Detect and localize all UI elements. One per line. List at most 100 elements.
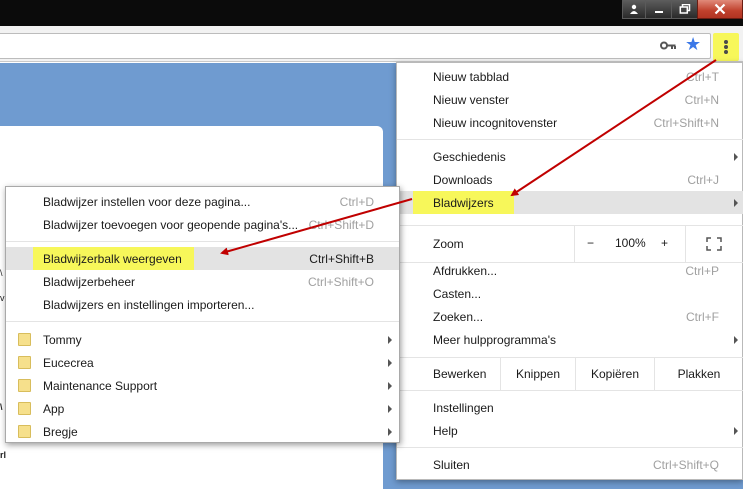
menu-item-shortcut: Ctrl+N bbox=[684, 93, 719, 107]
folder-label: Tommy bbox=[43, 333, 82, 347]
zoom-label: Zoom bbox=[433, 237, 464, 251]
menu-item-history[interactable]: Geschiedenis bbox=[397, 145, 743, 168]
chevron-right-icon bbox=[388, 382, 392, 390]
folder-icon bbox=[18, 333, 31, 346]
menu-item-new-incognito[interactable]: Nieuw incognitovenster Ctrl+Shift+N bbox=[397, 111, 743, 134]
chevron-right-icon bbox=[388, 428, 392, 436]
menu-item-label: Sluiten bbox=[433, 458, 470, 472]
fullscreen-icon[interactable] bbox=[706, 237, 722, 254]
menu-item-downloads[interactable]: Downloads Ctrl+J bbox=[397, 168, 743, 191]
menu-item-bookmark-manager[interactable]: Bladwijzerbeheer Ctrl+Shift+O bbox=[6, 270, 399, 293]
menu-item-find[interactable]: Zoeken... Ctrl+F bbox=[397, 305, 743, 328]
menu-item-bookmarks[interactable]: Bladwijzers bbox=[397, 191, 743, 214]
menu-item-label: Bladwijzerbalk weergeven bbox=[33, 247, 194, 270]
menu-separator bbox=[397, 139, 743, 140]
menu-item-label: Zoeken... bbox=[433, 310, 484, 324]
menu-separator bbox=[6, 321, 399, 322]
menu-item-label: Geschiedenis bbox=[433, 150, 506, 164]
menu-item-label: Downloads bbox=[433, 173, 493, 187]
menu-item-label: Help bbox=[433, 424, 458, 438]
page-text-fragment: \ bbox=[0, 402, 3, 412]
menu-item-bookmark-page[interactable]: Bladwijzer instellen voor deze pagina...… bbox=[6, 190, 399, 213]
chevron-right-icon bbox=[734, 427, 738, 435]
user-icon[interactable] bbox=[622, 0, 646, 19]
menu-item-settings[interactable]: Instellingen bbox=[397, 396, 743, 419]
menu-item-shortcut: Ctrl+Shift+D bbox=[308, 218, 374, 232]
menu-item-print[interactable]: Afdrukken... Ctrl+P bbox=[397, 259, 743, 282]
folder-label: Maintenance Support bbox=[43, 379, 158, 393]
bookmark-folder[interactable]: App bbox=[6, 397, 399, 420]
window-titlebar bbox=[0, 0, 743, 26]
menu-item-shortcut: Ctrl+D bbox=[339, 195, 374, 209]
folder-label: App bbox=[43, 402, 65, 416]
copy-button[interactable]: Kopiëren bbox=[575, 357, 654, 390]
folder-label: Bregje bbox=[43, 425, 78, 439]
menu-item-new-window[interactable]: Nieuw venster Ctrl+N bbox=[397, 88, 743, 111]
folder-label: Eucecrea bbox=[43, 356, 94, 370]
browser-toolbar: ★ bbox=[0, 26, 743, 62]
menu-item-label: Bladwijzer instellen voor deze pagina... bbox=[43, 195, 251, 209]
menu-separator bbox=[397, 390, 743, 391]
folder-icon bbox=[18, 425, 31, 438]
chevron-right-icon bbox=[388, 405, 392, 413]
folder-icon bbox=[18, 356, 31, 369]
menu-item-label: Bladwijzerbeheer bbox=[43, 275, 136, 289]
zoom-row: Zoom − 100% + bbox=[397, 226, 743, 262]
bookmark-folder[interactable]: Tommy bbox=[6, 328, 399, 351]
address-bar[interactable] bbox=[0, 33, 711, 59]
menu-item-show-bookmarks-bar[interactable]: Bladwijzerbalk weergeven Ctrl+Shift+B bbox=[6, 247, 399, 270]
menu-item-label: Meer hulpprogramma's bbox=[433, 333, 557, 347]
menu-item-label: Bladwijzers bbox=[413, 191, 514, 214]
menu-item-label: Casten... bbox=[433, 287, 482, 301]
vertical-dots-icon[interactable] bbox=[713, 33, 739, 61]
menu-item-shortcut: Ctrl+T bbox=[686, 70, 719, 84]
menu-item-shortcut: Ctrl+Shift+O bbox=[307, 275, 374, 289]
bookmarks-submenu: Bladwijzer instellen voor deze pagina...… bbox=[5, 186, 400, 443]
star-icon[interactable]: ★ bbox=[685, 35, 701, 53]
menu-separator bbox=[6, 241, 399, 242]
menu-item-shortcut: Ctrl+Shift+B bbox=[309, 252, 374, 266]
paste-button[interactable]: Plakken bbox=[654, 357, 743, 390]
menu-item-help[interactable]: Help bbox=[397, 419, 743, 442]
close-icon[interactable] bbox=[697, 0, 743, 19]
zoom-divider bbox=[574, 226, 575, 262]
chevron-right-icon bbox=[734, 336, 738, 344]
edit-row: Bewerken Knippen Kopiëren Plakken bbox=[397, 357, 743, 390]
minimize-icon[interactable] bbox=[645, 0, 672, 19]
bookmark-folder[interactable]: Bregje bbox=[6, 420, 399, 443]
chevron-right-icon bbox=[388, 359, 392, 367]
zoom-level: 100% bbox=[615, 236, 646, 250]
menu-item-label: Nieuw incognitovenster bbox=[433, 116, 558, 130]
zoom-divider bbox=[685, 226, 686, 262]
bookmark-folder[interactable]: Maintenance Support bbox=[6, 374, 399, 397]
menu-item-label: Instellingen bbox=[433, 401, 494, 415]
menu-item-label: Afdrukken... bbox=[433, 264, 498, 278]
bookmark-folder[interactable]: Eucecrea bbox=[6, 351, 399, 374]
menu-item-label: Nieuw tabblad bbox=[433, 70, 510, 84]
menu-item-exit[interactable]: Sluiten Ctrl+Shift+Q bbox=[397, 453, 743, 476]
menu-item-shortcut: Ctrl+P bbox=[685, 264, 719, 278]
edit-label: Bewerken bbox=[433, 367, 487, 381]
chrome-main-menu: Nieuw tabblad Ctrl+T Nieuw venster Ctrl+… bbox=[396, 62, 743, 480]
menu-item-label: Bladwijzer toevoegen voor geopende pagin… bbox=[43, 218, 299, 232]
menu-item-label: Bladwijzers en instellingen importeren..… bbox=[43, 298, 255, 312]
cut-button[interactable]: Knippen bbox=[500, 357, 575, 390]
menu-separator bbox=[397, 447, 743, 448]
chevron-right-icon bbox=[734, 153, 738, 161]
menu-item-shortcut: Ctrl+Shift+Q bbox=[652, 458, 719, 472]
zoom-out-button[interactable]: − bbox=[587, 236, 594, 250]
restore-icon[interactable] bbox=[671, 0, 698, 19]
menu-item-import-bookmarks[interactable]: Bladwijzers en instellingen importeren..… bbox=[6, 293, 399, 316]
menu-item-cast[interactable]: Casten... bbox=[397, 282, 743, 305]
menu-item-new-tab[interactable]: Nieuw tabblad Ctrl+T bbox=[397, 65, 743, 88]
folder-icon bbox=[18, 402, 31, 415]
menu-item-bookmark-open-pages[interactable]: Bladwijzer toevoegen voor geopende pagin… bbox=[6, 213, 399, 236]
menu-item-shortcut: Ctrl+F bbox=[686, 310, 719, 324]
menu-item-more-tools[interactable]: Meer hulpprogramma's bbox=[397, 328, 743, 351]
zoom-in-button[interactable]: + bbox=[661, 236, 668, 250]
folder-icon bbox=[18, 379, 31, 392]
page-text-fragment: v bbox=[0, 293, 5, 303]
key-icon[interactable] bbox=[660, 39, 676, 53]
window-controls bbox=[622, 0, 743, 20]
menu-item-shortcut: Ctrl+Shift+N bbox=[653, 116, 719, 130]
